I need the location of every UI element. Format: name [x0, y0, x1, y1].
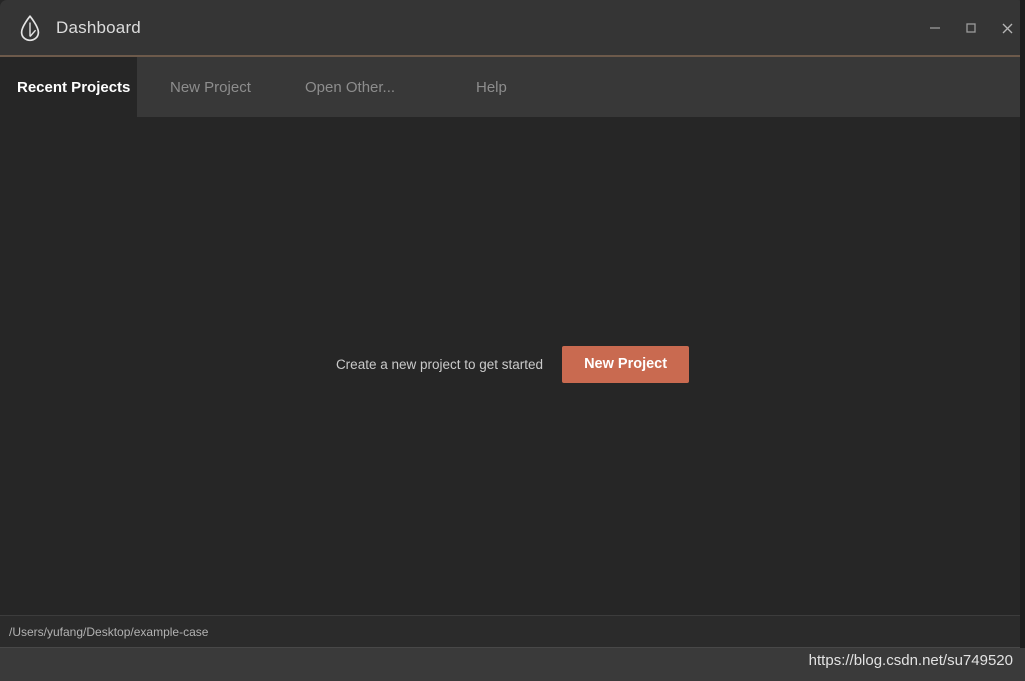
empty-state-message: Create a new project to get started — [335, 356, 544, 372]
title-bar: Dashboard — [0, 0, 1025, 56]
window-controls — [917, 0, 1025, 56]
nav-tabs: Recent Projects New Project Open Other..… — [0, 57, 564, 117]
window-title: Dashboard — [56, 18, 141, 37]
nav-bar: Recent Projects New Project Open Other..… — [0, 57, 1025, 162]
water-drop-icon — [18, 14, 42, 42]
close-icon — [1001, 22, 1014, 35]
maximize-button[interactable] — [953, 0, 989, 56]
main-content: Create a new project to get started New … — [0, 117, 1025, 615]
tab-recent-projects[interactable]: Recent Projects — [0, 57, 137, 117]
tab-help-label: Help — [476, 78, 507, 96]
tab-recent-projects-label: Recent Projects — [17, 78, 131, 96]
tab-help[interactable]: Help — [444, 57, 564, 117]
minimize-button[interactable] — [917, 0, 953, 56]
status-bar-path: /Users/yufang/Desktop/example-case — [9, 624, 209, 639]
title-bar-identity: Dashboard — [18, 0, 141, 56]
footer-strip: https://blog.csdn.net/su749520 — [0, 648, 1025, 681]
watermark-text: https://blog.csdn.net/su749520 — [808, 652, 1013, 669]
tab-open-other-label: Open Other... — [305, 78, 396, 96]
tab-open-other[interactable]: Open Other... — [274, 57, 444, 117]
window-right-edge — [1020, 0, 1025, 648]
status-bar: /Users/yufang/Desktop/example-case — [0, 615, 1025, 648]
minimize-icon — [929, 22, 941, 34]
empty-state: Create a new project to get started New … — [0, 346, 1025, 383]
app-window: Dashboard Recent Projects New Project Op… — [0, 0, 1025, 681]
new-project-button[interactable]: New Project — [562, 346, 690, 383]
maximize-icon — [965, 22, 977, 34]
tab-new-project[interactable]: New Project — [137, 57, 274, 117]
tab-new-project-label: New Project — [170, 78, 251, 96]
